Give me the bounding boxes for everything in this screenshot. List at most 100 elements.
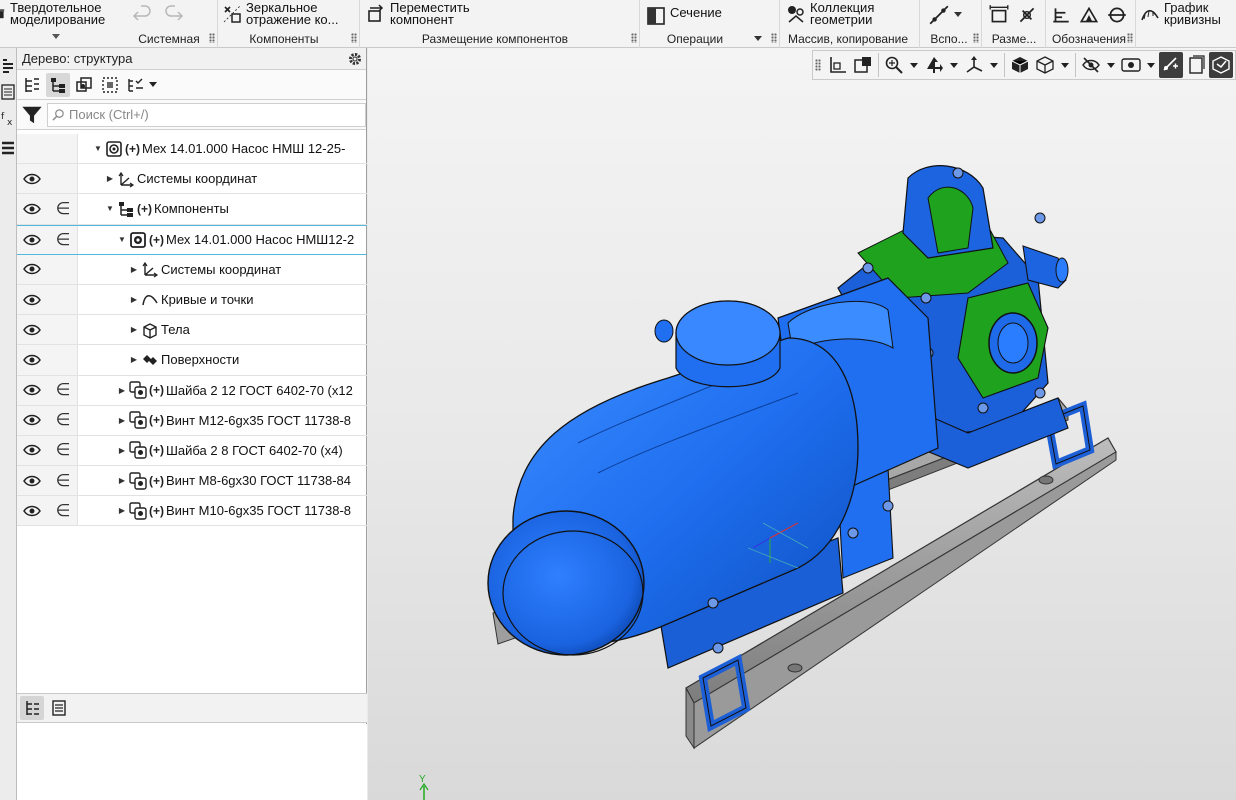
expand-triangle-icon[interactable]: ▼ — [93, 144, 103, 153]
undo-icon[interactable] — [132, 4, 152, 24]
pan-button[interactable] — [922, 52, 946, 78]
zoom-dropdown-icon[interactable] — [910, 62, 918, 68]
include-in-spec-marker[interactable]: ∈ — [49, 496, 77, 525]
wireframe-display-button[interactable] — [1033, 52, 1057, 78]
group-handle-icon[interactable] — [351, 33, 357, 43]
toolbar-handle-icon[interactable] — [815, 59, 821, 71]
view-manager-button[interactable] — [1209, 52, 1233, 78]
hide-button[interactable] — [1079, 52, 1103, 78]
expand-triangle-icon[interactable]: ▶ — [117, 506, 127, 515]
snap-button[interactable] — [1159, 52, 1183, 78]
tree-hierarchy-button[interactable] — [46, 72, 70, 97]
visibility-toggle[interactable] — [17, 194, 47, 223]
tree-view-tab[interactable] — [20, 696, 44, 720]
pan-dropdown-icon[interactable] — [950, 62, 958, 68]
dimension-icon[interactable] — [988, 4, 1010, 26]
tree-row-screw-m12[interactable]: ∈ ▶ (+) Винт М12-6gx35 ГОСТ 11738-8 — [17, 405, 367, 436]
properties-tab[interactable] — [47, 696, 71, 720]
tree-filter-options-button[interactable] — [124, 73, 168, 97]
include-in-spec-marker[interactable]: ∈ — [49, 406, 77, 435]
group-handle-icon[interactable] — [973, 33, 979, 43]
expand-triangle-icon[interactable]: ▶ — [129, 265, 139, 274]
visibility-toggle[interactable] — [17, 285, 47, 314]
visibility-toggle[interactable] — [17, 466, 47, 495]
tree-select-button[interactable] — [98, 73, 122, 97]
normal-to-button[interactable] — [851, 52, 875, 78]
visibility-toggle[interactable] — [17, 164, 47, 193]
expand-triangle-icon[interactable]: ▼ — [117, 235, 127, 244]
3d-viewport[interactable]: Y — [368, 48, 1236, 800]
mirror-component-button[interactable]: Зеркальное отражение ко... — [222, 0, 358, 30]
group-handle-icon[interactable] — [1127, 33, 1133, 43]
visibility-toggle[interactable] — [17, 255, 47, 284]
tree-row-components[interactable]: ∈ ▼ (+) Компоненты — [17, 194, 367, 225]
auxiliary-geometry-icon[interactable] — [928, 4, 950, 26]
tree-row-curves-points[interactable]: ▶ Кривые и точки — [17, 284, 367, 316]
redo-icon[interactable] — [164, 4, 184, 24]
expand-triangle-icon[interactable]: ▶ — [129, 325, 139, 334]
gear-icon[interactable] — [347, 51, 363, 67]
visibility-toggle[interactable] — [17, 226, 47, 254]
show-button[interactable] — [1119, 52, 1143, 78]
tree-row-bodies[interactable]: ▶ Тела — [17, 315, 367, 346]
tree-row-surfaces[interactable]: ▶ Поверхности — [17, 345, 367, 376]
tree-components-button[interactable] — [72, 73, 96, 97]
curvature-graph-button[interactable]: График кривизны — [1140, 0, 1236, 30]
expand-triangle-icon[interactable]: ▶ — [129, 295, 139, 304]
section-button[interactable]: Сечение — [646, 0, 746, 30]
visibility-toggle[interactable] — [17, 376, 47, 405]
expand-triangle-icon[interactable]: ▶ — [129, 355, 139, 364]
tree-row-pump-subassembly[interactable]: ∈ ▼ (+) Мех 14.01.000 Насос НМШ12-2 — [17, 224, 367, 255]
weld-notation-icon[interactable] — [1106, 4, 1128, 26]
move-component-button[interactable]: Переместить компонент — [366, 0, 496, 30]
include-in-spec-marker[interactable]: ∈ — [49, 466, 77, 495]
solid-modeling-button[interactable]: Твердотельное моделирование — [0, 0, 124, 30]
include-in-spec-marker[interactable]: ∈ — [49, 194, 77, 223]
layers-panel-icon[interactable] — [1, 140, 15, 156]
expand-triangle-icon[interactable]: ▶ — [105, 174, 115, 183]
expand-triangle-icon[interactable]: ▶ — [117, 476, 127, 485]
variables-panel-icon[interactable]: fx — [1, 110, 15, 126]
measure-icon[interactable] — [1016, 4, 1038, 26]
orientation-button[interactable] — [826, 52, 850, 78]
tree-row-washer-12[interactable]: ∈ ▶ (+) Шайба 2 12 ГОСТ 6402-70 (x12 — [17, 375, 367, 406]
tree-row-coordinate-systems[interactable]: ▶ Системы координат — [17, 164, 367, 195]
tree-row-coordinate-systems-sub[interactable]: ▶ Системы координат — [17, 254, 367, 285]
operations-dropdown-icon[interactable] — [754, 36, 762, 41]
show-dropdown-icon[interactable] — [1147, 62, 1155, 68]
hide-dropdown-icon[interactable] — [1107, 62, 1115, 68]
tree-panel-icon[interactable] — [1, 58, 15, 74]
search-input[interactable] — [69, 107, 349, 122]
tree-row-washer-8[interactable]: ∈ ▶ (+) Шайба 2 8 ГОСТ 6402-70 (x4) — [17, 435, 367, 467]
expand-triangle-icon[interactable]: ▶ — [117, 386, 127, 395]
include-in-spec-marker[interactable]: ∈ — [49, 376, 77, 405]
geometry-collection-button[interactable]: Коллекция геометрии — [786, 0, 916, 30]
group-handle-icon[interactable] — [771, 33, 777, 43]
group-handle-icon[interactable] — [209, 33, 215, 43]
tree-structure-button[interactable] — [20, 73, 44, 97]
include-in-spec-marker[interactable]: ∈ — [49, 226, 77, 254]
roughness-icon[interactable] — [1050, 4, 1072, 26]
include-in-spec-marker[interactable]: ∈ — [49, 436, 77, 465]
sheet-button[interactable] — [1184, 52, 1208, 78]
display-dropdown-icon[interactable] — [1061, 62, 1069, 68]
expand-triangle-icon[interactable]: ▼ — [105, 204, 115, 213]
auxiliary-dropdown-icon[interactable] — [954, 12, 962, 17]
tree-row-assembly-root[interactable]: ▼ (+) Мех 14.01.000 Насос НМШ 12-25- — [17, 134, 367, 165]
expand-triangle-icon[interactable]: ▶ — [117, 446, 127, 455]
group-handle-icon[interactable] — [631, 33, 637, 43]
zoom-button[interactable] — [882, 52, 906, 78]
base-notation-icon[interactable] — [1078, 4, 1100, 26]
expand-chevron-icon[interactable] — [52, 34, 60, 39]
visibility-toggle[interactable] — [17, 496, 47, 525]
visibility-toggle[interactable] — [17, 345, 47, 374]
visibility-toggle[interactable] — [17, 406, 47, 435]
tree-row-screw-m10[interactable]: ∈ ▶ (+) Винт М10-6gx35 ГОСТ 11738-8 — [17, 496, 367, 527]
properties-panel-icon[interactable] — [1, 84, 15, 100]
pump-assembly-model[interactable]: Y — [368, 48, 1236, 800]
rotate-dropdown-icon[interactable] — [990, 62, 998, 68]
rotate-button[interactable] — [962, 52, 986, 78]
visibility-toggle[interactable] — [17, 436, 47, 465]
visibility-toggle[interactable] — [17, 315, 47, 344]
search-box[interactable] — [47, 102, 366, 127]
